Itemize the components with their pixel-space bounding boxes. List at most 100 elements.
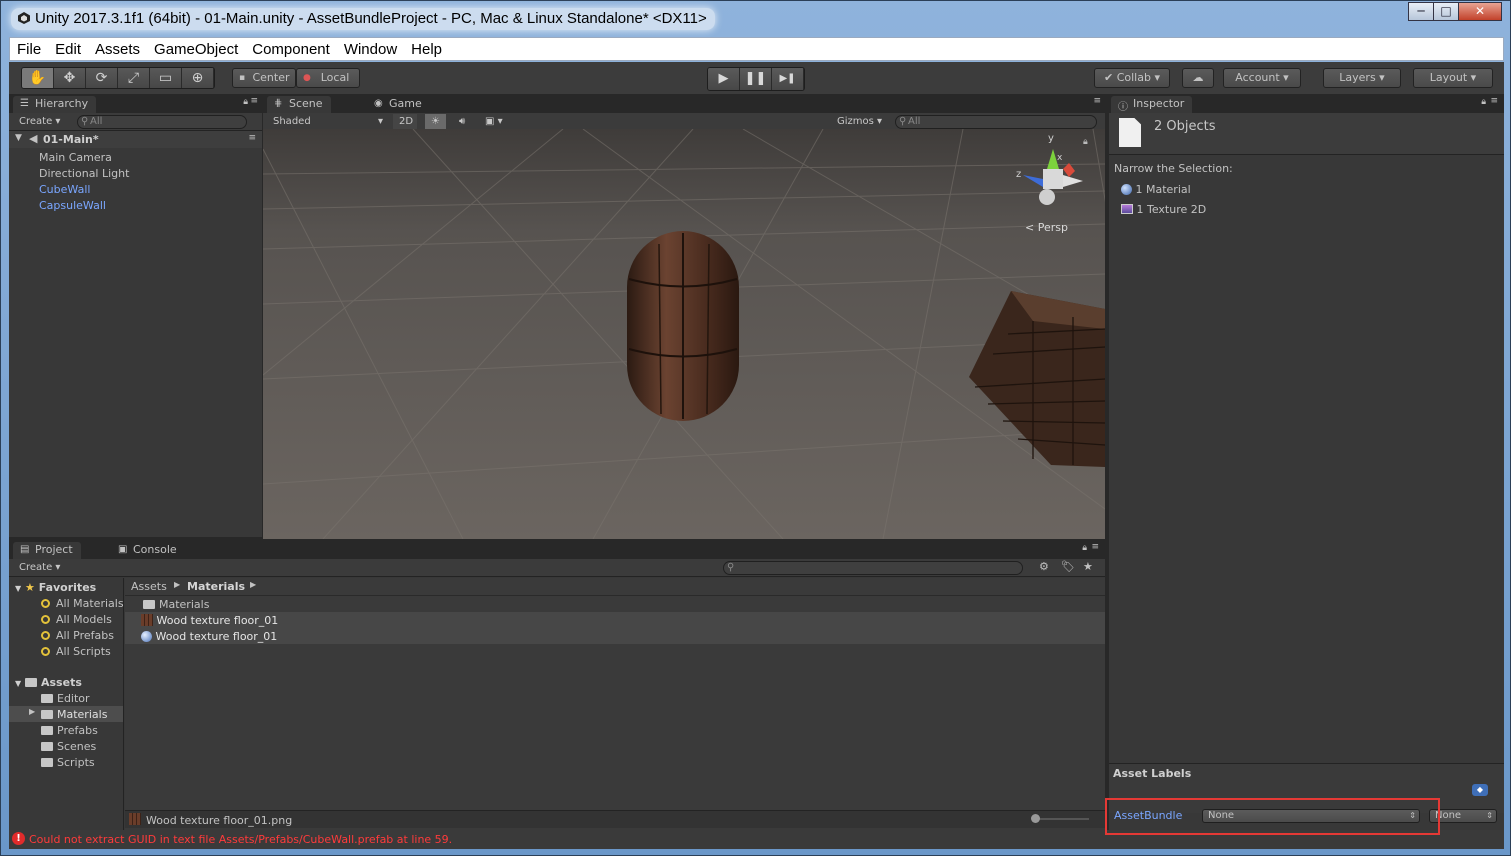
favorite-all-models[interactable]: All Models	[41, 613, 112, 626]
menu-help[interactable]: Help	[404, 41, 449, 58]
favorite-all-prefabs[interactable]: All Prefabs	[41, 629, 114, 642]
gizmos-dropdown[interactable]: Gizmos ▾	[831, 114, 888, 129]
hierarchy-item-main-camera[interactable]: Main Camera	[39, 151, 112, 164]
title-bar: Unity 2017.3.1f1 (64bit) - 01-Main.unity…	[1, 1, 1510, 37]
folder-scripts[interactable]: Scripts	[41, 756, 95, 769]
project-create-button[interactable]: Create ▾	[13, 560, 66, 575]
narrow-item-material-label: 1 Material	[1135, 183, 1191, 196]
filter-type-icon[interactable]: ⚙	[1039, 560, 1049, 573]
lock-icon[interactable]: 🔒︎	[1082, 543, 1087, 553]
favorite-all-materials[interactable]: All Materials	[41, 597, 124, 610]
favorites-header[interactable]: ▼ ★ Favorites	[15, 581, 96, 594]
hierarchy-toolbar: Create ▾ ⚲ All	[9, 113, 262, 131]
menu-file[interactable]: File	[10, 41, 48, 58]
pivot-center-button[interactable]: ▪ Center	[232, 68, 296, 88]
project-toolbar: Create ▾ ⚲ ⚙ 🏷︎ ★	[9, 559, 1105, 577]
account-dropdown[interactable]: Account ▾	[1223, 68, 1301, 88]
folder-editor[interactable]: Editor	[41, 692, 90, 705]
file-materials-folder[interactable]: Materials	[143, 598, 209, 611]
panel-menu-icon[interactable]: ≡	[1093, 96, 1101, 106]
effects-toggle-icon[interactable]: ▣ ▾	[479, 114, 509, 129]
lighting-toggle-icon[interactable]: ☀	[425, 114, 446, 129]
narrow-item-texture[interactable]: 1 Texture 2D	[1121, 203, 1206, 216]
scene-row[interactable]: ▼ ◀︎ 01-Main* ≡	[9, 131, 262, 148]
tab-console[interactable]: ▣ Console	[111, 542, 185, 559]
file-label: Materials	[159, 598, 210, 611]
shading-mode-dropdown[interactable]: Shaded ▾	[267, 114, 387, 129]
breadcrumb-assets[interactable]: Assets	[131, 580, 167, 593]
menu-edit[interactable]: Edit	[48, 41, 88, 58]
tab-game[interactable]: ◉ Game	[367, 96, 430, 113]
audio-toggle-icon[interactable]: 🔊︎	[453, 114, 471, 129]
search-icon	[41, 615, 50, 624]
lock-icon[interactable]: 🔒︎	[243, 97, 248, 107]
menu-component[interactable]: Component	[245, 41, 337, 58]
2d-toggle[interactable]: 2D	[393, 114, 417, 129]
search-icon: ⚲	[899, 116, 907, 127]
narrow-item-material[interactable]: 1 Material	[1121, 183, 1191, 196]
tab-hierarchy[interactable]: ☰ Hierarchy	[13, 96, 97, 113]
tag-icon[interactable]: ◆	[1472, 784, 1488, 796]
expand-arrow-icon[interactable]: ▼	[15, 133, 22, 143]
assets-root-label: Assets	[41, 676, 82, 689]
icon-size-slider[interactable]	[1031, 814, 1089, 823]
favorite-star-icon[interactable]: ★	[1083, 560, 1093, 573]
project-search-input[interactable]: ⚲	[723, 561, 1023, 575]
step-button[interactable]: ▶❚	[772, 68, 804, 90]
minimize-button[interactable]: ─	[1408, 2, 1434, 21]
panel-menu-icon[interactable]: ≡	[1490, 96, 1498, 106]
maximize-button[interactable]: □	[1433, 2, 1459, 21]
folder-materials-selected[interactable]: ▶ Materials	[9, 706, 123, 722]
hierarchy-search-input[interactable]: ⚲ All	[77, 115, 247, 129]
hand-tool-icon[interactable]: ✋	[22, 68, 54, 88]
orientation-gizmo[interactable]	[1023, 149, 1083, 205]
move-tool-icon[interactable]: ✥	[54, 68, 86, 88]
panel-menu-icon[interactable]: ≡	[250, 96, 258, 106]
hierarchy-item-capsulewall[interactable]: CapsuleWall	[39, 199, 106, 212]
persp-label[interactable]: < Persp	[1025, 221, 1068, 234]
lock-icon[interactable]: 🔒︎	[1481, 97, 1486, 107]
game-icon: ◉	[374, 98, 383, 109]
layout-dropdown[interactable]: Layout ▾	[1413, 68, 1493, 88]
hierarchy-create-button[interactable]: Create ▾	[13, 114, 66, 129]
scene-menu-icon[interactable]: ≡	[248, 133, 256, 143]
transform-tool-icon[interactable]: ⊕	[182, 68, 214, 88]
breadcrumb-materials[interactable]: Materials	[187, 580, 245, 593]
folder-scenes[interactable]: Scenes	[41, 740, 96, 753]
favorite-all-scripts[interactable]: All Scripts	[41, 645, 111, 658]
rect-tool-icon[interactable]: ▭	[150, 68, 182, 88]
file-wood-material[interactable]: Wood texture floor_01	[141, 630, 277, 643]
folder-icon	[41, 726, 53, 735]
slider-handle[interactable]	[1031, 814, 1040, 823]
tab-project[interactable]: ▤ Project	[13, 542, 81, 559]
cloud-button[interactable]: ☁	[1182, 68, 1214, 88]
assets-root[interactable]: ▼ Assets	[15, 676, 82, 689]
tab-scene[interactable]: ⋕ Scene	[267, 96, 331, 113]
menu-window[interactable]: Window	[337, 41, 404, 58]
favorite-label: All Models	[56, 613, 112, 626]
hierarchy-item-directional-light[interactable]: Directional Light	[39, 167, 129, 180]
favorite-label: All Prefabs	[56, 629, 114, 642]
folder-icon	[41, 742, 53, 751]
collab-dropdown[interactable]: ✔ Collab ▾	[1094, 68, 1170, 88]
scene-viewport[interactable]: y z x < Persp 🔒︎	[263, 129, 1105, 539]
folder-prefabs[interactable]: Prefabs	[41, 724, 98, 737]
menu-gameobject[interactable]: GameObject	[147, 41, 245, 58]
scale-tool-icon[interactable]: ⤢	[118, 68, 150, 88]
project-panel: ▤ Project ▣ Console 🔒︎ ≡ Create ▾ ⚲ ⚙ 🏷︎ ★	[9, 540, 1105, 830]
close-button[interactable]: ✕	[1458, 2, 1502, 21]
play-button[interactable]: ▶	[708, 68, 740, 90]
rotate-tool-icon[interactable]: ⟳	[86, 68, 118, 88]
panel-menu-icon[interactable]: ≡	[1091, 542, 1099, 552]
tab-inspector[interactable]: ⓘ Inspector	[1111, 96, 1193, 113]
pivot-local-button[interactable]: ● Local	[296, 68, 360, 88]
scene-search-input[interactable]: ⚲ All	[895, 115, 1097, 129]
hierarchy-item-cubewall[interactable]: CubeWall	[39, 183, 90, 196]
layers-dropdown[interactable]: Layers ▾	[1323, 68, 1401, 88]
filter-label-icon[interactable]: 🏷︎	[1061, 560, 1075, 573]
gizmo-lock-icon[interactable]: 🔒︎	[1083, 137, 1088, 147]
menu-assets[interactable]: Assets	[88, 41, 147, 58]
pause-button[interactable]: ❚❚	[740, 68, 772, 90]
file-wood-texture[interactable]: Wood texture floor_01	[141, 614, 278, 627]
folder-icon	[25, 678, 37, 687]
